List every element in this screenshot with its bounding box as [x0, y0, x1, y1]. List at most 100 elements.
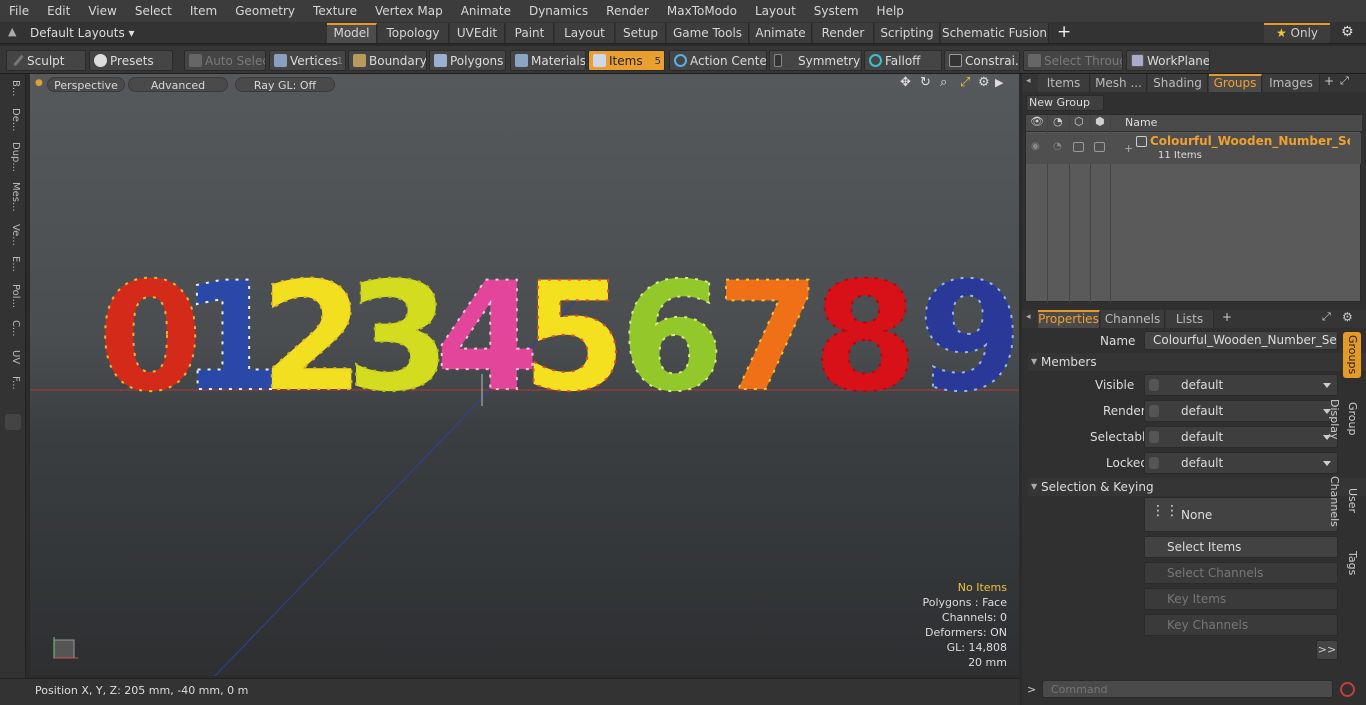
- panel-expand-icon[interactable]: ⤢: [1340, 74, 1349, 88]
- tab-scripting[interactable]: Scripting: [875, 23, 940, 43]
- props-gear-icon[interactable]: ⚙: [1342, 310, 1353, 324]
- tab-properties[interactable]: Properties: [1038, 310, 1100, 328]
- left-tab-deform[interactable]: De...: [4, 108, 21, 131]
- select-items-button[interactable]: Select Items: [1144, 536, 1338, 558]
- layouts-dropdown[interactable]: Default Layouts ▾: [30, 24, 135, 42]
- left-tab-polygon[interactable]: Pol...: [4, 284, 21, 308]
- tab-setup[interactable]: Setup: [616, 23, 666, 43]
- left-tab-extra-icon[interactable]: [5, 414, 21, 430]
- render-dropdown[interactable]: default: [1144, 400, 1338, 422]
- action-center-button[interactable]: Action Center: [669, 50, 767, 71]
- side-tab-tags[interactable]: Tags: [1343, 548, 1361, 578]
- selectable-dropdown[interactable]: default: [1144, 426, 1338, 448]
- row-select-checkbox[interactable]: [1094, 142, 1105, 152]
- side-tab-group-display[interactable]: Group Display: [1328, 382, 1361, 456]
- tab-mesh[interactable]: Mesh ...: [1091, 74, 1147, 92]
- left-tab-fusion[interactable]: F...: [4, 376, 21, 390]
- menu-help[interactable]: Help: [868, 0, 913, 22]
- left-tab-vertex[interactable]: Ve...: [4, 224, 21, 246]
- new-group-button[interactable]: New Group: [1026, 95, 1104, 111]
- only-toggle[interactable]: ★ Only: [1264, 23, 1330, 43]
- presets-button[interactable]: Presets: [89, 50, 173, 71]
- record-macro-icon[interactable]: [1340, 682, 1355, 697]
- side-tab-groups[interactable]: Groups: [1343, 332, 1361, 378]
- digit-model-9[interactable]: 9: [917, 250, 1019, 426]
- menu-system[interactable]: System: [805, 0, 868, 22]
- tab-items[interactable]: Items: [1038, 74, 1090, 92]
- menu-file[interactable]: File: [0, 0, 38, 22]
- menu-vertex-map[interactable]: Vertex Map: [366, 0, 452, 22]
- menu-view[interactable]: View: [79, 0, 125, 22]
- digit-model-5[interactable]: 5: [521, 250, 627, 426]
- selection-keying-section-header[interactable]: ▼ Selection & Keying: [1028, 478, 1366, 496]
- tab-uvedit[interactable]: UVEdit: [450, 23, 505, 43]
- falloff-button[interactable]: Falloff: [864, 50, 942, 71]
- tab-layout[interactable]: Layout: [555, 23, 615, 43]
- digit-model-7[interactable]: 7: [715, 250, 821, 426]
- menu-layout[interactable]: Layout: [746, 0, 805, 22]
- row-lock-checkbox[interactable]: [1073, 142, 1084, 152]
- auto-select-button[interactable]: Auto Select: [184, 50, 266, 71]
- props-collapse-icon[interactable]: ◂: [1026, 312, 1031, 322]
- expand-plus-icon[interactable]: +: [1124, 142, 1133, 155]
- boundary-button[interactable]: Boundary: [348, 50, 427, 71]
- panel-collapse-icon[interactable]: ◂: [1026, 76, 1031, 86]
- tab-schematic-fusion[interactable]: Schematic Fusion: [941, 23, 1049, 43]
- settings-gear-icon[interactable]: ⚙: [1341, 24, 1354, 40]
- name-field[interactable]: Colourful_Wooden_Number_Set (13): [1144, 331, 1338, 350]
- group-row[interactable]: ◉ ◔ + Colourful_Wooden_Number_Set 11 Ite…: [1026, 133, 1361, 164]
- add-tab-icon[interactable]: +: [1057, 22, 1071, 42]
- menu-dynamics[interactable]: Dynamics: [520, 0, 597, 22]
- select-through-button[interactable]: Select Through: [1023, 50, 1123, 71]
- digit-model-8[interactable]: 8: [812, 250, 918, 426]
- render-icon[interactable]: ◔: [1053, 115, 1063, 128]
- left-tab-basic[interactable]: B...: [4, 80, 21, 96]
- members-section-header[interactable]: ▼ Members: [1028, 353, 1366, 371]
- command-input[interactable]: [1042, 680, 1333, 698]
- menu-texture[interactable]: Texture: [304, 0, 366, 22]
- visible-dropdown[interactable]: default: [1144, 374, 1338, 396]
- menu-render[interactable]: Render: [597, 0, 658, 22]
- menu-animate[interactable]: Animate: [452, 0, 520, 22]
- symmetry-button[interactable]: Symmetry: [769, 50, 862, 71]
- select-icon[interactable]: ⬢: [1095, 115, 1105, 128]
- layout-toggle-icon[interactable]: ▲: [8, 25, 16, 38]
- row-eye-icon[interactable]: ◉: [1031, 141, 1040, 152]
- lock-icon[interactable]: ⬡: [1074, 115, 1084, 128]
- tab-render[interactable]: Render: [813, 23, 874, 43]
- left-tab-edge[interactable]: E...: [4, 256, 21, 272]
- sculpt-button[interactable]: Sculpt: [6, 50, 86, 71]
- add-props-tab-icon[interactable]: +: [1222, 310, 1232, 324]
- left-tab-uv[interactable]: UV: [4, 350, 21, 364]
- materials-button[interactable]: Materials: [510, 50, 586, 71]
- tab-shading[interactable]: Shading: [1148, 74, 1208, 92]
- tab-topology[interactable]: Topology: [378, 23, 449, 43]
- key-channels-button[interactable]: Key Channels: [1144, 614, 1338, 636]
- tab-groups[interactable]: Groups: [1209, 74, 1262, 92]
- locked-dropdown[interactable]: default: [1144, 452, 1338, 474]
- polygons-button[interactable]: Polygons: [429, 50, 506, 71]
- tab-model[interactable]: Model: [327, 23, 377, 43]
- 3d-viewport[interactable]: ● Perspective Advanced Ray GL: Off ✥ ↻ ⌕…: [30, 74, 1019, 676]
- tab-lists[interactable]: Lists: [1166, 310, 1214, 328]
- menu-select[interactable]: Select: [126, 0, 181, 22]
- add-panel-tab-icon[interactable]: +: [1324, 74, 1334, 88]
- props-expand-icon[interactable]: ⤢: [1322, 310, 1331, 324]
- left-tab-curve[interactable]: C...: [4, 320, 21, 337]
- visibility-eye-icon[interactable]: 👁: [1030, 115, 1044, 128]
- side-tab-user-channels[interactable]: User Channels: [1328, 462, 1361, 540]
- tab-images[interactable]: Images: [1263, 74, 1320, 92]
- constraints-button[interactable]: Constrai...: [944, 50, 1020, 71]
- menu-edit[interactable]: Edit: [38, 0, 79, 22]
- none-selector-button[interactable]: ⋮⋮ None: [1144, 497, 1338, 532]
- tab-game-tools[interactable]: Game Tools: [667, 23, 749, 43]
- key-items-button[interactable]: Key Items: [1144, 588, 1338, 610]
- menu-item[interactable]: Item: [181, 0, 226, 22]
- tab-channels[interactable]: Channels: [1101, 310, 1165, 328]
- tab-paint[interactable]: Paint: [506, 23, 554, 43]
- tab-animate[interactable]: Animate: [750, 23, 812, 43]
- left-tab-mesh-edit[interactable]: Mes...: [4, 182, 21, 212]
- workplane-button[interactable]: WorkPlane: [1126, 50, 1210, 71]
- menu-maxtomodo[interactable]: MaxToModo: [658, 0, 746, 22]
- select-channels-button[interactable]: Select Channels: [1144, 562, 1338, 584]
